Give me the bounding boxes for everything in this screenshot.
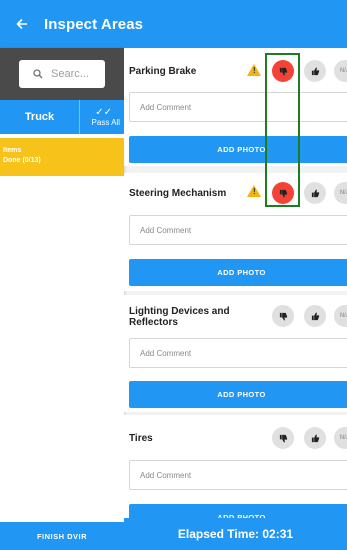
thumbs-down-button[interactable] — [272, 427, 294, 449]
thumbs-up-icon — [311, 66, 319, 75]
comment-input[interactable]: Add Comment — [129, 338, 347, 368]
thumbs-down-button[interactable] — [272, 305, 294, 327]
pass-all-label: Pass All — [91, 117, 120, 127]
add-photo-button[interactable]: ADD PHOTO — [129, 259, 347, 286]
back-button[interactable] — [4, 0, 40, 48]
thumbs-down-icon — [279, 189, 287, 198]
thumbs-up-button[interactable] — [304, 427, 326, 449]
item-title: Tires — [129, 432, 153, 444]
thumbs-down-button[interactable] — [272, 60, 294, 82]
comment-input[interactable]: Add Comment — [129, 460, 347, 490]
thumbs-up-button[interactable] — [304, 182, 326, 204]
thumbs-down-button[interactable] — [272, 182, 294, 204]
warning-icon: ! — [247, 64, 261, 76]
page-title: Inspect Areas — [44, 15, 144, 33]
na-button[interactable]: N/A — [334, 305, 347, 327]
thumbs-up-icon — [311, 433, 319, 442]
thumbs-down-icon — [279, 434, 287, 443]
search-area: Searc... — [0, 48, 124, 100]
thumbs-up-icon — [311, 188, 319, 197]
app-bar: Inspect Areas — [0, 0, 347, 48]
thumbs-up-button[interactable] — [304, 60, 326, 82]
comment-input[interactable]: Add Comment — [129, 92, 347, 122]
double-check-icon: ✓✓ — [95, 106, 112, 118]
category-segment: Truck ✓✓ Pass All — [0, 100, 124, 134]
finish-dvir-button[interactable]: FINISH DVIR — [0, 522, 124, 550]
thumbs-up-button[interactable] — [304, 305, 326, 327]
add-photo-button[interactable]: ADD PHOTO — [129, 136, 347, 163]
thumbs-up-icon — [311, 311, 319, 320]
item-title: Steering Mechanism — [129, 187, 227, 199]
sidebar: Searc... Truck ✓✓ Pass All Items Done (0… — [0, 48, 124, 550]
items-progress: Done (0/13) — [3, 157, 41, 164]
items-list-item[interactable]: Items Done (0/13) — [0, 138, 124, 176]
items-label: Items — [3, 147, 22, 154]
search-icon — [33, 69, 43, 79]
inspection-card: Parking Brake ! N/A Add Comment ADD PHOT… — [124, 48, 347, 166]
thumbs-down-icon — [279, 312, 287, 321]
thumbs-down-icon — [279, 67, 287, 76]
search-placeholder: Searc... — [51, 68, 89, 80]
arrow-left-icon — [16, 18, 27, 30]
item-title: Lighting Devices and Reflectors — [129, 306, 230, 328]
truck-tab[interactable]: Truck — [0, 100, 80, 134]
inspection-card: Steering Mechanism ! N/A Add Comment ADD… — [124, 173, 347, 291]
inspection-list: Parking Brake ! N/A Add Comment ADD PHOT… — [124, 48, 347, 550]
inspection-card: Lighting Devices and Reflectors N/A Add … — [124, 295, 347, 412]
item-title: Parking Brake — [129, 65, 197, 77]
add-photo-button[interactable]: ADD PHOTO — [129, 381, 347, 408]
pass-all-button[interactable]: ✓✓ Pass All — [80, 100, 124, 134]
elapsed-time-bar: Elapsed Time: 02:31 — [124, 518, 347, 550]
comment-input[interactable]: Add Comment — [129, 215, 347, 245]
warning-icon: ! — [247, 185, 261, 197]
search-input[interactable]: Searc... — [19, 60, 105, 88]
